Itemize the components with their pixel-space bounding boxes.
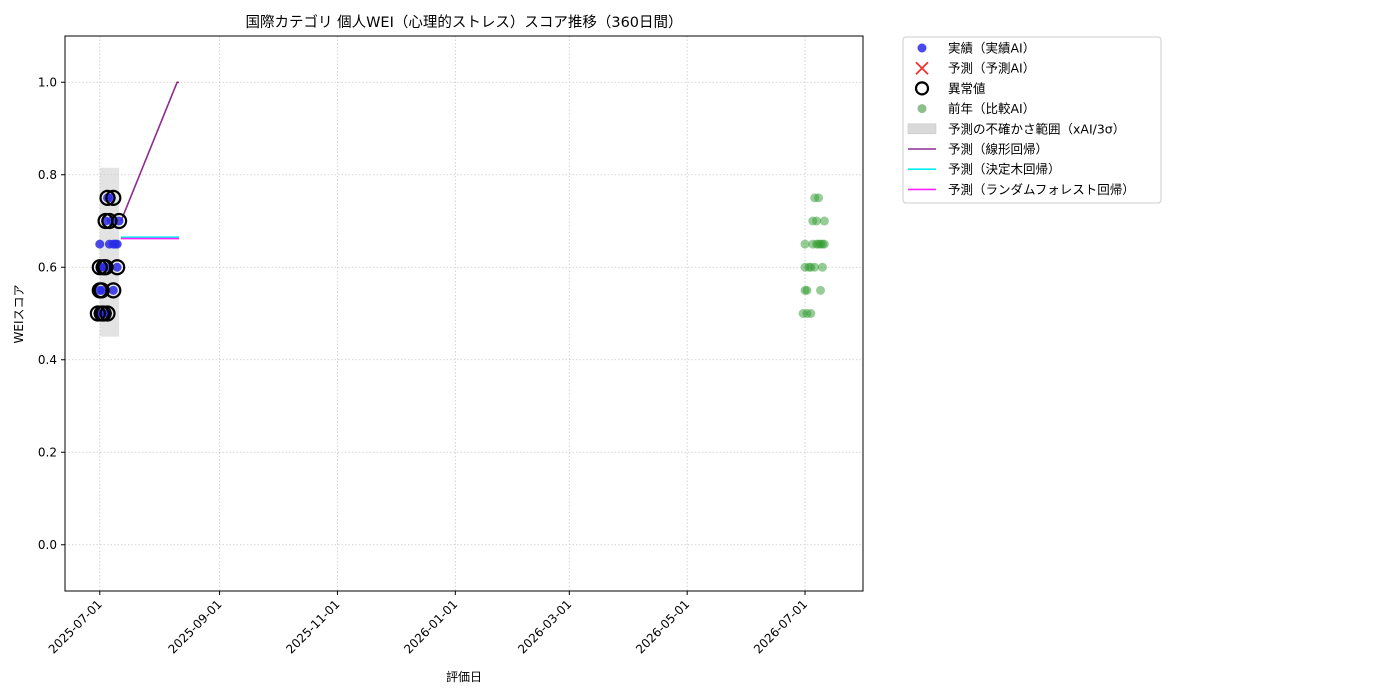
actual-point [95,239,105,249]
y-axis-ticks: 0.0 0.2 0.4 0.6 0.8 1.0 [38,75,65,552]
x-tick-label: 2026-03-01 [515,597,574,656]
actual-point [112,239,122,249]
x-tick-label: 2025-09-01 [165,597,224,656]
x-tick-label: 2025-07-01 [46,597,105,656]
legend-label: 異常値 [948,81,986,96]
x-tick-label: 2025-11-01 [283,597,342,656]
y-tick-label: 0.8 [38,168,57,182]
data-points [89,189,829,322]
previous-year-point [819,216,829,226]
y-tick-label: 0.2 [38,445,57,459]
x-axis-ticks: 2025-07-01 2025-09-01 2025-11-01 2026-01-01… [46,591,810,656]
legend-label: 予測（線形回帰） [948,142,1048,157]
y-tick-label: 0.0 [38,538,57,552]
legend-label: 前年（比較AI） [948,101,1035,116]
prediction-lines [120,81,179,240]
legend-label: 予測（予測AI） [948,61,1035,76]
legend-label: 予測（ランダムフォレスト回帰） [948,182,1135,197]
chart-title: 国際カテゴリ 個人WEI（心理的ストレス）スコア推移（360日間） [245,13,682,31]
previous-year-point [802,285,812,295]
x-tick-label: 2026-05-01 [633,597,692,656]
x-tick-label: 2026-07-01 [751,597,810,656]
legend: 実績（実績AI） 予測（予測AI） 異常値前年（比較AI） 予測の不確かさ範囲（xAI… [902,36,1162,204]
previous-year-point [800,239,810,249]
legend-actual-marker [917,43,927,53]
previous-year-point [815,285,825,295]
y-tick-label: 0.6 [38,260,57,274]
x-tick-label: 2026-01-01 [401,597,460,656]
prediction-line [120,81,179,222]
actual-point [112,262,122,272]
previous-year-point [806,309,816,318]
legend-label: 予測の不確かさ範囲（xAI/3σ） [948,121,1125,136]
actual-point [108,285,118,295]
y-tick-label: 1.0 [38,75,57,89]
y-axis-label: WEIスコア [12,285,26,344]
chart: 国際カテゴリ 個人WEI（心理的ストレス）スコア推移（360日間） 2025-0… [12,13,1162,684]
previous-year-point [819,239,829,249]
previous-year-point [814,193,824,203]
plot-frame [64,35,864,592]
legend-previous-marker [917,104,927,114]
previous-year-point [812,216,822,226]
previous-year-point [817,262,827,272]
legend-band-swatch [907,123,937,135]
legend-label: 実績（実績AI） [948,41,1035,56]
x-axis-label: 評価日 [446,669,482,684]
previous-year-point [810,262,820,272]
legend-label: 予測（決定木回帰） [948,162,1061,177]
grid [65,36,863,591]
y-tick-label: 0.4 [38,353,57,367]
